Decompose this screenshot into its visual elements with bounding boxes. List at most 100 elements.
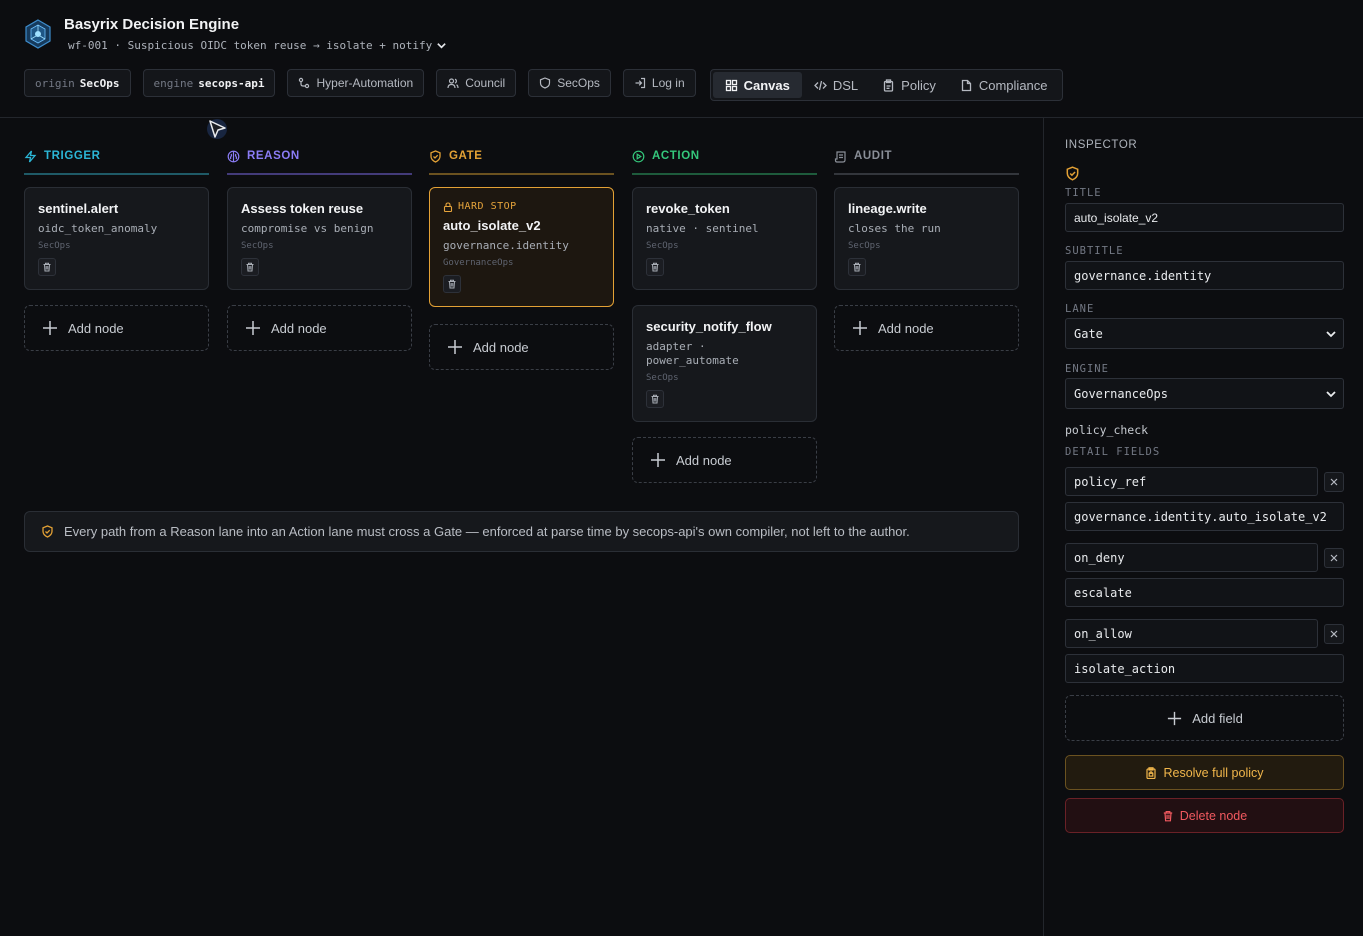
hyper-automation-label: Hyper-Automation xyxy=(316,76,414,90)
hard-stop-badge: HARD STOP xyxy=(443,201,600,212)
tab-canvas-label: Canvas xyxy=(743,77,790,93)
engine-chip: engine secops-api xyxy=(142,69,276,97)
node-title: sentinel.alert xyxy=(38,201,119,216)
workflow-icon xyxy=(299,77,310,89)
lane-gate: GATE HARD STOP auto_isolate_v2 governanc… xyxy=(429,145,614,370)
node-card-selected[interactable]: HARD STOP auto_isolate_v2 governance.ide… xyxy=(429,187,614,307)
hyper-automation-button[interactable]: Hyper-Automation xyxy=(287,69,425,97)
lane-rule xyxy=(429,173,614,175)
inspector-heading: INSPECTOR xyxy=(1065,139,1138,151)
lane-select[interactable]: Gate xyxy=(1065,318,1344,349)
detail-key-input[interactable]: policy_ref xyxy=(1065,467,1318,496)
delete-node-button[interactable] xyxy=(38,258,56,276)
node-engine: SecOps xyxy=(848,241,881,251)
delete-node-button[interactable] xyxy=(241,258,259,276)
close-icon xyxy=(1330,478,1338,486)
basyrix-logo-icon xyxy=(25,19,51,49)
trash-icon xyxy=(246,262,254,272)
remove-field-button[interactable] xyxy=(1324,472,1344,492)
add-node-button[interactable]: Add node xyxy=(429,324,614,370)
node-title: security_notify_flow xyxy=(646,319,772,334)
node-kind: policy_check xyxy=(1065,423,1149,437)
lane-title: ACTION xyxy=(652,150,700,162)
trash-icon xyxy=(1163,810,1172,821)
detail-key-input[interactable]: on_allow xyxy=(1065,619,1318,648)
node-title: lineage.write xyxy=(848,201,927,216)
clipboard-icon xyxy=(884,78,894,92)
add-field-label: Add field xyxy=(1192,710,1243,726)
delete-node-button[interactable] xyxy=(646,390,664,408)
lane-header: REASON xyxy=(227,145,412,173)
secops-button[interactable]: SecOps xyxy=(528,69,611,97)
remove-field-button[interactable] xyxy=(1324,624,1344,644)
lane-trigger: TRIGGER sentinel.alert oidc_token_anomal… xyxy=(24,145,209,351)
lane-rule xyxy=(227,173,412,175)
engine-select[interactable]: GovernanceOps xyxy=(1065,378,1344,409)
detail-key-input[interactable]: on_deny xyxy=(1065,543,1318,572)
origin-key: origin xyxy=(35,76,75,90)
add-node-label: Add node xyxy=(271,320,327,336)
clipboard-lock-icon xyxy=(1146,766,1157,779)
add-node-label: Add node xyxy=(676,452,732,468)
tab-dsl[interactable]: DSL xyxy=(802,72,870,98)
origin-chip: origin SecOps xyxy=(24,69,131,97)
add-node-button[interactable]: Add node xyxy=(227,305,412,351)
app-header: Basyrix Decision Engine wf-001 · Suspici… xyxy=(0,0,1363,118)
tab-policy-label: Policy xyxy=(901,77,936,93)
engine-key: engine xyxy=(153,76,194,90)
title-input[interactable]: auto_isolate_v2 xyxy=(1065,203,1344,232)
subtitle-label: SUBTITLE xyxy=(1065,245,1124,257)
lane-select-value: Gate xyxy=(1074,326,1103,341)
detail-value-input[interactable]: governance.identity.auto_isolate_v2 xyxy=(1065,502,1344,531)
lane-header: AUDIT xyxy=(834,145,1019,173)
detail-value-input[interactable]: escalate xyxy=(1065,578,1344,607)
subtitle-input[interactable]: governance.identity xyxy=(1065,261,1344,290)
node-title: Assess token reuse xyxy=(241,201,364,216)
node-engine: SecOps xyxy=(646,241,679,251)
origin-value: SecOps xyxy=(79,76,120,90)
inspector-panel: INSPECTOR TITLE auto_isolate_v2 SUBTITLE… xyxy=(1043,118,1363,936)
tab-canvas[interactable]: Canvas xyxy=(712,72,802,98)
lane-title: TRIGGER xyxy=(44,150,101,162)
lane-title: AUDIT xyxy=(854,150,893,162)
lane-title: GATE xyxy=(449,150,483,162)
node-card[interactable]: security_notify_flow adapter · power_aut… xyxy=(632,305,817,422)
node-engine: SecOps xyxy=(38,241,71,251)
plus-icon xyxy=(448,340,462,354)
node-card[interactable]: sentinel.alert oidc_token_anomaly SecOps xyxy=(24,187,209,290)
delete-node-button[interactable] xyxy=(646,258,664,276)
login-button[interactable]: Log in xyxy=(622,69,696,97)
tab-policy[interactable]: Policy xyxy=(870,72,948,98)
add-node-button[interactable]: Add node xyxy=(834,305,1019,351)
delete-node-button[interactable] xyxy=(848,258,866,276)
add-field-button[interactable]: Add field xyxy=(1065,695,1344,741)
council-button[interactable]: Council xyxy=(436,69,517,97)
trash-icon xyxy=(651,262,659,272)
lane-title: REASON xyxy=(247,150,300,162)
chevron-down-icon xyxy=(437,43,447,49)
plus-icon xyxy=(651,453,665,467)
lane-audit: AUDIT lineage.write closes the run SecOp… xyxy=(834,145,1019,351)
delete-node-inspector-button[interactable]: Delete node xyxy=(1065,798,1344,833)
document-icon xyxy=(961,79,972,91)
add-node-button[interactable]: Add node xyxy=(24,305,209,351)
resolve-policy-button[interactable]: Resolve full policy xyxy=(1065,755,1344,790)
workflow-selector[interactable]: wf-001 · Suspicious OIDC token reuse → i… xyxy=(68,39,447,52)
trash-icon xyxy=(43,262,51,272)
node-card[interactable]: Assess token reuse compromise vs benign … xyxy=(227,187,412,290)
delete-node-label: Delete node xyxy=(1179,808,1248,823)
shield-icon xyxy=(540,77,551,89)
node-card[interactable]: revoke_token native · sentinel SecOps xyxy=(632,187,817,290)
node-card[interactable]: lineage.write closes the run SecOps xyxy=(834,187,1019,290)
lane-rule xyxy=(632,173,817,175)
remove-field-button[interactable] xyxy=(1324,548,1344,568)
plus-icon xyxy=(1168,711,1182,725)
notice-text: Every path from a Reason lane into an Ac… xyxy=(64,524,910,539)
login-icon xyxy=(635,77,646,89)
play-circle-icon xyxy=(632,150,645,162)
tab-compliance[interactable]: Compliance xyxy=(948,72,1060,98)
lane-label: LANE xyxy=(1065,303,1095,315)
detail-value-input[interactable]: isolate_action xyxy=(1065,654,1344,683)
add-node-button[interactable]: Add node xyxy=(632,437,817,483)
delete-node-button[interactable] xyxy=(443,275,461,293)
